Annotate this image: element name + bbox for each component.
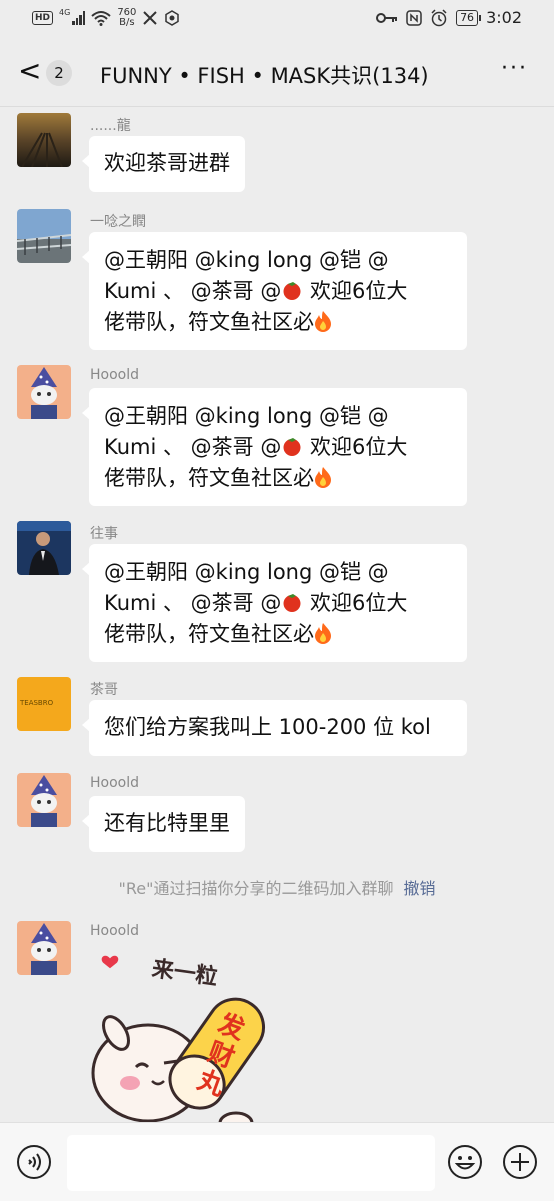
avatar[interactable] xyxy=(17,521,71,575)
plus-icon[interactable] xyxy=(502,1144,538,1180)
status-right: 76 3:02 xyxy=(376,8,522,27)
tomato-emoji-icon xyxy=(283,438,301,456)
avatar[interactable] xyxy=(17,113,71,167)
revoke-link[interactable]: 撤销 xyxy=(403,879,435,898)
message-bubble[interactable]: @王朝阳 @king long @铠 @ Kumi 、 @茶哥 @ 欢迎6位大 … xyxy=(82,544,467,662)
message-bubble[interactable]: 欢迎茶哥进群 xyxy=(82,136,245,192)
network-type: 4G xyxy=(59,7,71,17)
sender-name: Hooold xyxy=(90,775,139,791)
sticker[interactable]: 来一粒 发财丸 xyxy=(86,945,286,1122)
emoji-icon[interactable] xyxy=(447,1144,483,1180)
tomato-emoji-icon xyxy=(283,282,301,300)
message-bubble[interactable]: @王朝阳 @king long @铠 @ Kumi 、 @茶哥 @ 欢迎6位大 … xyxy=(82,388,467,506)
battery-icon: 76 xyxy=(456,9,482,26)
message-bubble[interactable]: 还有比特里里 xyxy=(82,796,245,852)
sender-name: 一唸之瞤 xyxy=(90,214,146,230)
alarm-icon xyxy=(431,8,447,26)
hd-indicator: HD xyxy=(32,11,54,25)
avatar[interactable] xyxy=(17,365,71,419)
message-bubble[interactable]: 您们给方案我叫上 100-200 位 kol xyxy=(82,700,467,756)
chat-title: FUNNY • FISH • MASK共识(134) xyxy=(100,64,429,88)
sender-name: Hooold xyxy=(90,367,139,383)
sender-name: 茶哥 xyxy=(90,682,118,698)
status-left: HD 4G 760 B/s xyxy=(32,8,180,28)
status-time: 3:02 xyxy=(486,8,522,27)
sender-name: ......龍 xyxy=(90,118,131,134)
chat-messages[interactable]: ......龍 欢迎茶哥进群 一唸之瞤 @王朝阳 @king long @铠 @… xyxy=(0,107,554,1122)
tomato-emoji-icon xyxy=(283,594,301,612)
nfc-icon xyxy=(406,9,422,26)
wifi-icon xyxy=(91,11,111,26)
sender-name: 往事 xyxy=(90,526,118,542)
status-bar: HD 4G 760 B/s 76 3:02 xyxy=(0,0,554,40)
more-options-button[interactable]: ··· xyxy=(501,56,528,81)
avatar[interactable]: TEASBRO xyxy=(17,677,71,731)
message-bubble[interactable]: @王朝阳 @king long @铠 @ Kumi 、 @茶哥 @ 欢迎6位大 … xyxy=(82,232,467,350)
avatar[interactable] xyxy=(17,921,71,975)
chat-header: < 2 FUNNY • FISH • MASK共识(134) ··· xyxy=(0,40,554,107)
key-icon xyxy=(376,12,398,23)
fire-emoji-icon xyxy=(315,623,331,644)
avatar-logo-text: TEASBRO xyxy=(20,699,54,707)
back-button[interactable]: < xyxy=(18,56,41,86)
unread-badge[interactable]: 2 xyxy=(46,60,72,86)
network-speed: 760 B/s xyxy=(117,7,137,28)
avatar[interactable] xyxy=(17,773,71,827)
fire-emoji-icon xyxy=(315,467,331,488)
message-input[interactable] xyxy=(67,1135,435,1191)
input-bar xyxy=(0,1122,554,1201)
sender-name: Hooold xyxy=(90,923,139,939)
system-notice: "Re"通过扫描你分享的二维码加入群聊 撤销 xyxy=(0,875,554,899)
x-app-icon xyxy=(143,11,158,25)
voice-icon[interactable] xyxy=(16,1144,52,1180)
signal-icon xyxy=(72,11,86,25)
fire-emoji-icon xyxy=(315,311,331,332)
avatar[interactable] xyxy=(17,209,71,263)
system-notice-text: "Re"通过扫描你分享的二维码加入群聊 xyxy=(118,879,394,898)
app-notification-icon xyxy=(165,10,180,26)
